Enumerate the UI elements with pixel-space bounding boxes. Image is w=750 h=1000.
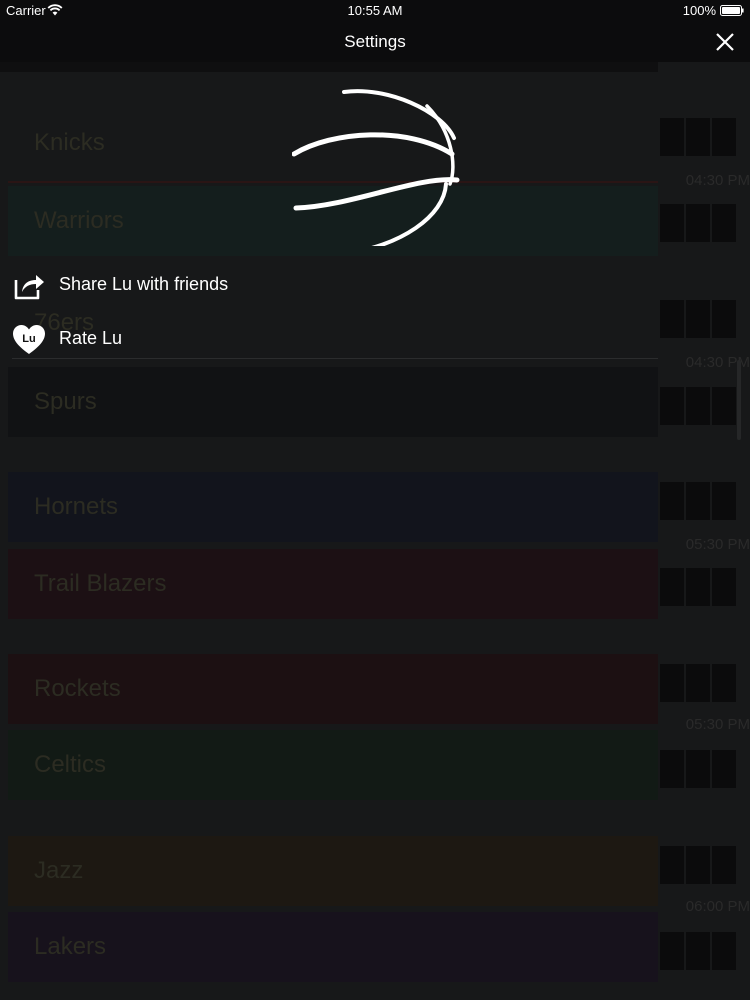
rate-app-button[interactable]: Lu Rate Lu (0, 316, 660, 362)
battery-percent: 100% (682, 3, 716, 18)
settings-panel: Share Lu with friends Lu Rate Lu (0, 62, 750, 1000)
share-icon (14, 275, 44, 300)
page-title: Settings (344, 32, 406, 51)
share-with-friends-button[interactable]: Share Lu with friends (0, 262, 660, 308)
status-bar: Carrier 10:55 AM 100% (0, 0, 750, 22)
heart-icon: Lu (13, 325, 45, 354)
share-label: Share Lu with friends (59, 274, 229, 294)
basketball-logo (292, 89, 460, 246)
rate-label: Rate Lu (59, 328, 123, 348)
menu-separator (12, 358, 658, 359)
battery-icon (720, 5, 744, 16)
status-time: 10:55 AM (347, 3, 403, 18)
close-button[interactable] (710, 27, 740, 57)
navigation-bar: Settings (0, 22, 750, 62)
heart-icon-text: Lu (22, 333, 35, 345)
close-icon (716, 33, 734, 51)
